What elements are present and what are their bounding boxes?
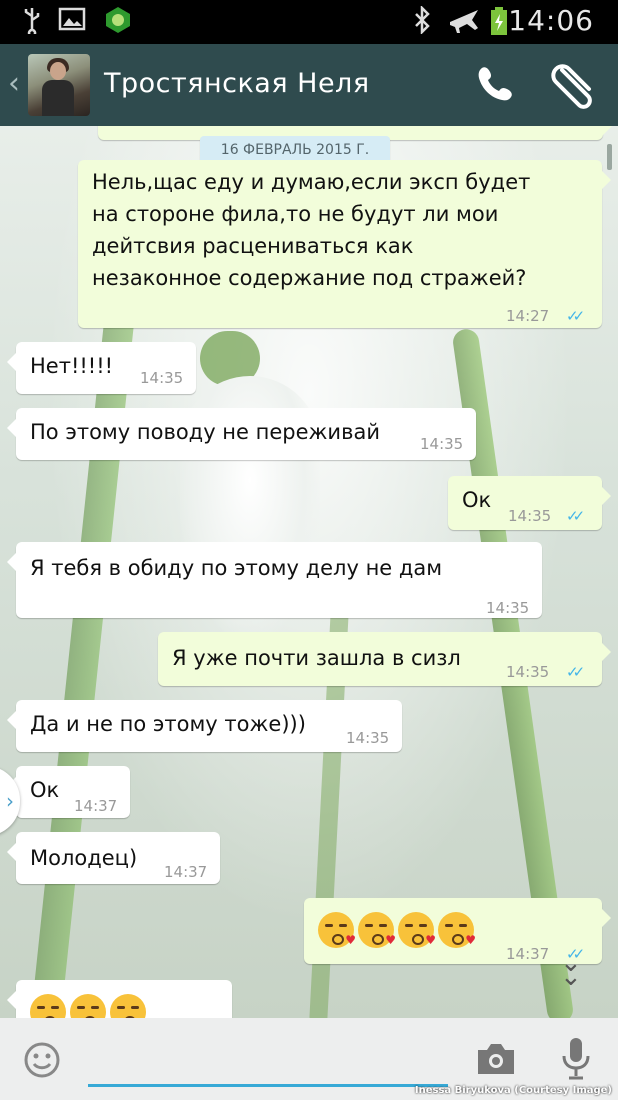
status-time: 14:06 — [508, 4, 594, 37]
chat-area[interactable]: 16 ФЕВРАЛЬ 2015 Г. Нель,щас еду и думаю,… — [0, 126, 618, 1018]
usb-icon — [22, 6, 42, 41]
message-time: 14:35 — [506, 663, 550, 681]
emoji-icon[interactable] — [22, 1040, 62, 1084]
camera-icon[interactable] — [474, 1040, 518, 1082]
chat-header: ‹ Тростянская Неля — [0, 44, 618, 126]
message-text: Нель,щас еду и думаю,если эксп будет — [92, 170, 531, 194]
emoji-row — [30, 994, 150, 1018]
message-text: Я тебя в обиду по этому делу не дам — [30, 556, 443, 580]
message-text: Ок — [30, 778, 60, 802]
attach-icon[interactable] — [548, 62, 600, 114]
input-bar: Inessa Biryukova (Courtesy Image) — [0, 1018, 618, 1100]
message-text: Да и не по этому тоже))) — [30, 712, 306, 736]
message-input-field[interactable] — [88, 1038, 452, 1087]
message-time: 14:35 — [420, 435, 464, 453]
message-bubble-outgoing[interactable]: Ок 14:35 ✓✓ — [448, 476, 611, 530]
message-bubble-incoming[interactable]: Я тебя в обиду по этому делу не дам 14:3… — [7, 542, 542, 618]
message-time: 14:35 — [486, 599, 530, 617]
scroll-down-icon[interactable]: ⌄ ⌄ — [560, 950, 582, 990]
microphone-icon[interactable] — [558, 1036, 594, 1086]
app-icon — [104, 6, 132, 41]
message-time: 14:37 — [164, 863, 208, 881]
kissing-heart-emoji: ♥ — [438, 912, 476, 948]
message-time: 14:35 — [508, 507, 552, 525]
message-bubble-incoming[interactable]: Ок 14:37 — [7, 766, 130, 818]
image-icon — [58, 6, 86, 39]
kissing-emoji — [70, 994, 106, 1018]
phone-icon[interactable] — [474, 62, 518, 110]
battery-icon — [490, 6, 508, 43]
message-bubble-incoming[interactable]: Да и не по этому тоже))) 14:35 — [7, 700, 402, 752]
message-bubble-incoming[interactable]: Молодец) 14:37 — [7, 832, 220, 884]
message-text: незаконное содержание под стражей? — [92, 266, 527, 290]
message-text: По этому поводу не переживай — [30, 420, 380, 444]
message-time: 14:37 — [506, 945, 550, 963]
message-time: 14:37 — [74, 797, 118, 815]
message-time: 14:35 — [140, 369, 184, 387]
message-bubble-outgoing[interactable]: ♥ ♥ ♥ ♥ 14:37 ✓✓ — [304, 898, 611, 964]
message-text: Ок — [462, 488, 492, 512]
scrollbar[interactable] — [607, 144, 612, 170]
kissing-heart-emoji: ♥ — [358, 912, 396, 948]
avatar[interactable] — [28, 54, 90, 116]
message-bubble-incoming[interactable]: По этому поводу не переживай 14:35 — [7, 408, 476, 460]
message-text: дейтсвия расцениваться как — [92, 234, 414, 258]
message-bubble-incoming[interactable] — [7, 980, 232, 1018]
kissing-emoji — [110, 994, 146, 1018]
read-receipt-icon: ✓✓ — [566, 663, 585, 681]
message-bubble-outgoing[interactable]: Я уже почти зашла в сизл 14:35 ✓✓ — [158, 632, 611, 686]
contact-name[interactable]: Тростянская Неля — [104, 68, 370, 99]
message-text: Я уже почти зашла в сизл — [172, 646, 461, 670]
read-receipt-icon: ✓✓ — [566, 507, 585, 525]
message-bubble-outgoing[interactable]: Нель,щас еду и думаю,если эксп будет на … — [78, 160, 611, 328]
message-text: Молодец) — [30, 846, 138, 870]
message-bubble-incoming[interactable]: Нет!!!!! 14:35 — [7, 342, 196, 394]
bluetooth-icon — [412, 4, 432, 41]
message-text: Нет!!!!! — [30, 354, 114, 378]
read-receipt-icon: ✓✓ — [566, 307, 585, 325]
airplane-icon — [448, 6, 480, 41]
status-bar: 14:06 — [0, 0, 618, 44]
back-icon[interactable]: ‹ — [8, 66, 20, 101]
message-text: на стороне фила,то не будут ли мои — [92, 202, 499, 226]
kissing-heart-emoji: ♥ — [398, 912, 436, 948]
message-time: 14:27 — [506, 307, 550, 325]
emoji-row: ♥ ♥ ♥ ♥ — [318, 912, 478, 948]
photo-credit: Inessa Biryukova (Courtesy Image) — [414, 1085, 612, 1096]
kissing-emoji — [30, 994, 66, 1018]
message-time: 14:35 — [346, 729, 390, 747]
kissing-heart-emoji: ♥ — [318, 912, 356, 948]
message-input[interactable] — [88, 1038, 452, 1080]
